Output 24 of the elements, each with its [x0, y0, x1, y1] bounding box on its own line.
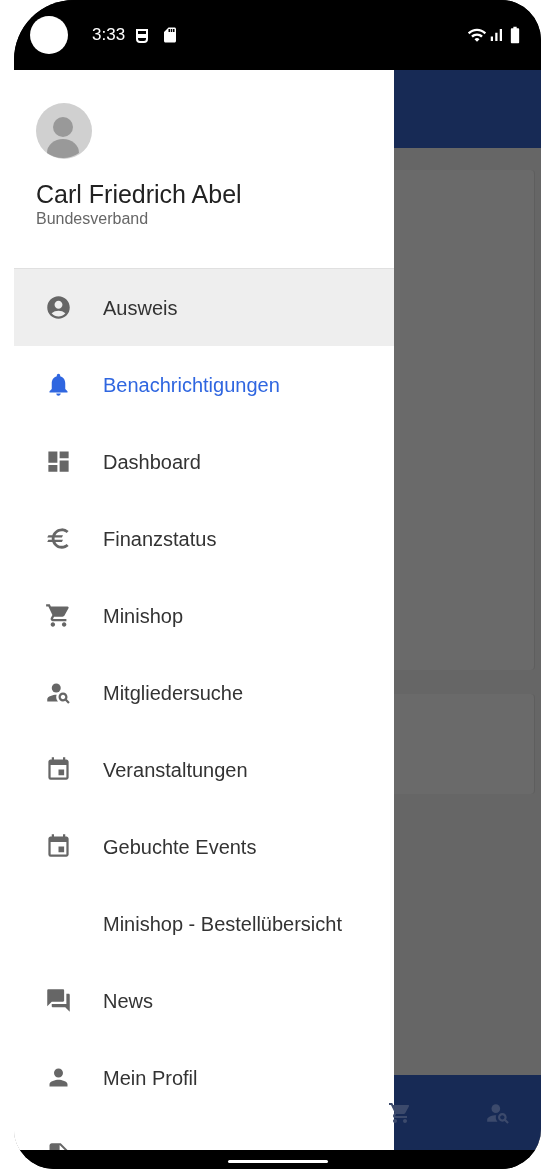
- user-organization: Bundesverband: [36, 209, 150, 229]
- drawer-item-label: Mitgliedersuche: [103, 680, 244, 706]
- drawer-item-label: Finanzstatus: [103, 526, 217, 552]
- camera-hole-icon: [30, 16, 68, 54]
- calendar-icon: [45, 833, 72, 860]
- drawer-item-label: Gebuchte Events: [103, 834, 257, 860]
- drawer-item-label: Veranstaltungen: [103, 757, 248, 783]
- chat-icon: [45, 987, 72, 1014]
- home-indicator[interactable]: [227, 1160, 328, 1163]
- drawer-item-label: Minishop - Bestellübersicht: [103, 911, 342, 937]
- drawer-item-label: Dashboard: [103, 449, 201, 475]
- avatar-icon: [36, 103, 92, 159]
- drawer-item[interactable]: Ausweis: [14, 269, 394, 346]
- calendar-icon: [45, 756, 72, 783]
- cart-icon[interactable]: [388, 1100, 412, 1125]
- drawer-item-label: News: [103, 988, 153, 1014]
- drawer-item-label: Benachrichtigungen: [103, 372, 280, 398]
- dashboard-icon: [45, 448, 72, 475]
- drawer-item-label: Mein Profil: [103, 1065, 198, 1091]
- cart-icon: [45, 602, 72, 629]
- drawer-item-label: Ausweis: [103, 295, 178, 321]
- user-name: Carl Friedrich Abel: [36, 179, 243, 209]
- drawer-item-label: Minishop: [103, 603, 184, 629]
- clock-time: 3:33: [92, 24, 126, 47]
